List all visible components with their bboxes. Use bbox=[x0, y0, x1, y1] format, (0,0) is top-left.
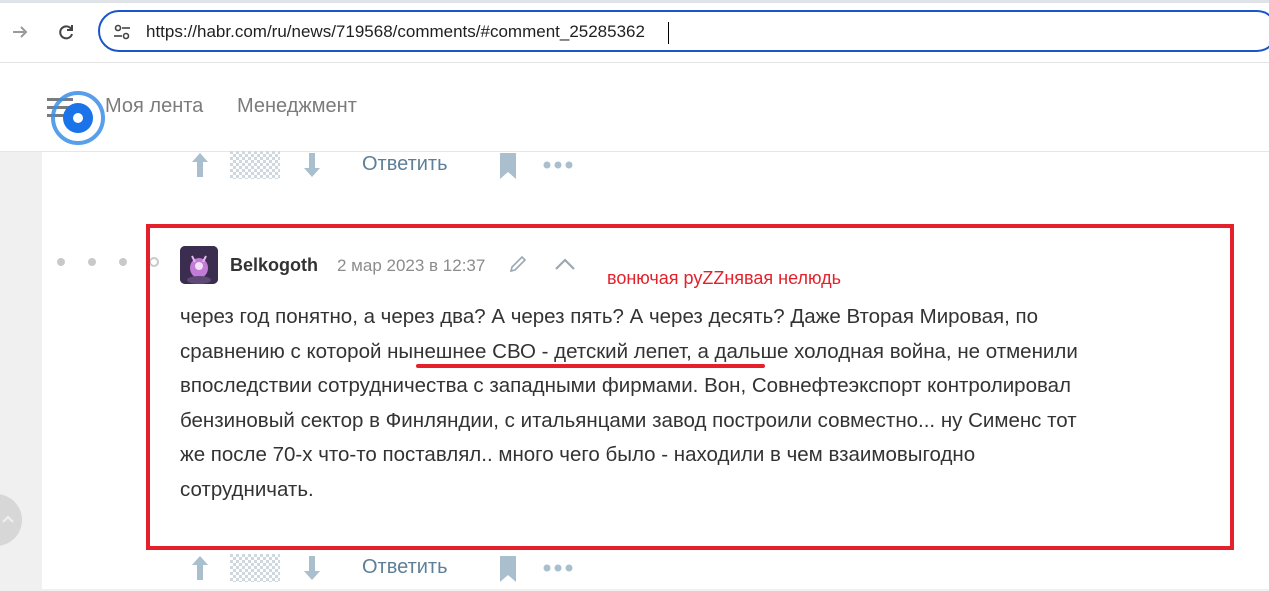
text-cursor bbox=[668, 22, 669, 44]
more-options-icon[interactable] bbox=[543, 564, 573, 572]
address-bar[interactable]: https://habr.com/ru/news/719568/comments… bbox=[98, 10, 1269, 52]
thread-dot bbox=[57, 258, 65, 266]
avatar[interactable] bbox=[180, 246, 218, 284]
bookmark-icon[interactable] bbox=[498, 556, 518, 582]
arrow-up-icon bbox=[2, 515, 14, 523]
reply-button[interactable]: Ответить bbox=[362, 153, 448, 176]
url-text[interactable]: https://habr.com/ru/news/719568/comments… bbox=[146, 22, 645, 42]
avatar-creature-icon bbox=[180, 246, 218, 284]
comment-author[interactable]: Belkogoth bbox=[230, 255, 318, 276]
bookmark-icon[interactable] bbox=[498, 153, 518, 179]
score-placeholder-icon bbox=[230, 151, 280, 179]
comment-line: через год понятно, а через два? А через … bbox=[180, 305, 1039, 328]
comment-line: же после 70-х что-то поставлял.. много ч… bbox=[180, 443, 976, 466]
comment-date[interactable]: 2 мар 2023 в 12:37 bbox=[337, 256, 485, 276]
reload-icon bbox=[59, 25, 73, 40]
reply-button[interactable]: Ответить bbox=[362, 556, 448, 579]
edit-pencil-icon bbox=[509, 255, 527, 273]
forward-button[interactable] bbox=[6, 18, 34, 46]
thread-dot bbox=[88, 258, 96, 266]
site-settings-icon[interactable] bbox=[112, 22, 132, 42]
comment-line: бензиновый сектор в Финляндии, с итальян… bbox=[180, 408, 1077, 432]
thread-dot bbox=[119, 258, 127, 266]
comment-line: впоследствии сотрудничества с западными … bbox=[180, 374, 1071, 397]
nav-my-feed[interactable]: Моя лента bbox=[105, 95, 203, 118]
upvote-icon[interactable] bbox=[190, 151, 210, 179]
upvote-icon[interactable] bbox=[190, 554, 210, 582]
collapse-chevron-icon[interactable] bbox=[554, 257, 576, 271]
downvote-icon[interactable] bbox=[302, 151, 322, 179]
comment-body: через год понятно, а через два? А через … bbox=[180, 300, 1215, 507]
downvote-icon[interactable] bbox=[302, 554, 322, 582]
cursor-highlight-icon bbox=[51, 91, 105, 145]
nav-management[interactable]: Менеджмент bbox=[237, 95, 357, 118]
site-header: Моя лента Менеджмент bbox=[0, 63, 1269, 152]
annotation-text: вонючая руZZнявая нелюдь bbox=[607, 268, 841, 288]
comment-actions-bottom: Ответить bbox=[188, 551, 588, 591]
reload-button[interactable] bbox=[52, 18, 80, 46]
annotation-underline bbox=[416, 364, 765, 368]
tab-strip-edge bbox=[0, 0, 1269, 3]
comment-line: сотрудничать. bbox=[180, 477, 314, 501]
browser-toolbar: https://habr.com/ru/news/719568/comments… bbox=[0, 0, 1269, 63]
arrow-right-icon bbox=[13, 26, 28, 38]
scroll-up-button[interactable] bbox=[0, 494, 22, 546]
comment-actions-top: Ответить bbox=[188, 148, 588, 188]
score-placeholder-icon bbox=[230, 554, 280, 582]
more-options-icon[interactable] bbox=[543, 161, 573, 169]
